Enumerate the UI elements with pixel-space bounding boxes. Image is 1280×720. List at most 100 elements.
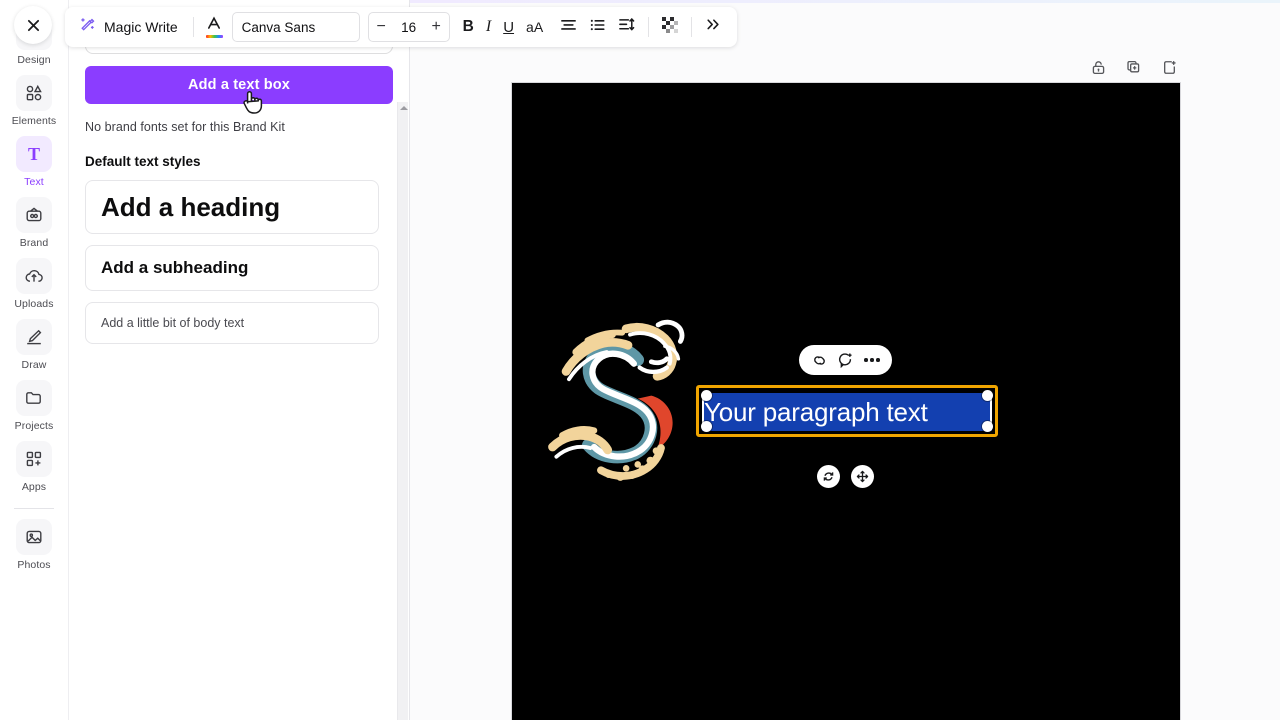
transparency-button[interactable] bbox=[656, 12, 684, 42]
bold-label: B bbox=[462, 18, 474, 35]
add-a-text-box-button[interactable]: Add a text box bbox=[85, 66, 393, 104]
design-canvas[interactable]: Your paragraph text bbox=[512, 83, 1180, 720]
close-panel-button[interactable] bbox=[14, 6, 52, 44]
bullet-list-button[interactable] bbox=[583, 12, 612, 42]
font-family-value: Canva Sans bbox=[241, 19, 316, 35]
checkerboard bbox=[662, 16, 679, 33]
magic-write-label: Magic Write bbox=[104, 19, 178, 35]
comment-button[interactable] bbox=[834, 349, 856, 371]
letter-case-button[interactable]: aA bbox=[520, 12, 549, 42]
toolbar-separator bbox=[691, 17, 693, 37]
font-size-stepper: − 16 + bbox=[367, 12, 450, 42]
text-style-label: Add a little bit of body text bbox=[101, 316, 245, 330]
font-size-decrease-button[interactable]: − bbox=[369, 13, 394, 41]
default-text-styles-title: Default text styles bbox=[85, 154, 201, 169]
resize-handle-top-left[interactable] bbox=[701, 390, 712, 401]
italic-button[interactable]: I bbox=[480, 12, 497, 42]
sidebar-label: Text bbox=[24, 176, 44, 188]
sidebar-item-brand[interactable]: Brand bbox=[2, 197, 66, 249]
transparency-icon bbox=[662, 16, 679, 38]
rotate-icon bbox=[823, 472, 834, 481]
resize-handle-bottom-right[interactable] bbox=[982, 421, 993, 432]
underline-button[interactable]: U bbox=[497, 12, 520, 42]
text-panel: Add a text box No brand fonts set for th… bbox=[68, 0, 410, 720]
sidebar-item-photos[interactable]: Photos bbox=[2, 519, 66, 571]
sidebar-label: Apps bbox=[21, 481, 47, 493]
canva-editor-window: Design Elements T Text Brand Uploads Dra… bbox=[0, 0, 1280, 720]
editor-top-accent bbox=[410, 0, 1280, 3]
sidebar-label: Draw bbox=[21, 359, 47, 371]
sidebar-label: Uploads bbox=[14, 298, 54, 310]
sidebar-label: Brand bbox=[19, 237, 49, 249]
toolbar-separator bbox=[648, 17, 650, 37]
text-style-subheading[interactable]: Add a subheading bbox=[85, 245, 379, 291]
lock-icon bbox=[1092, 60, 1104, 74]
lock-button[interactable] bbox=[1086, 55, 1110, 79]
move-handle[interactable] bbox=[851, 465, 874, 488]
draw-icon bbox=[16, 319, 52, 355]
font-size-increase-button[interactable]: + bbox=[424, 13, 449, 41]
sidebar-item-text[interactable]: T Text bbox=[2, 136, 66, 188]
projects-icon bbox=[16, 380, 52, 416]
chevron-double-right-icon bbox=[705, 17, 722, 37]
resize-handle-top-right[interactable] bbox=[982, 390, 993, 401]
line-spacing-button[interactable] bbox=[612, 12, 641, 42]
underline-label: U bbox=[503, 18, 515, 36]
panel-scrollbar[interactable] bbox=[397, 102, 408, 720]
magic-wand-icon bbox=[79, 16, 97, 39]
comment-add-icon bbox=[839, 353, 852, 368]
dragon-s-logo[interactable] bbox=[537, 303, 692, 498]
uploads-icon bbox=[16, 258, 52, 294]
text-style-body[interactable]: Add a little bit of body text bbox=[85, 302, 379, 344]
case-label: aA bbox=[526, 19, 544, 35]
font-color-button[interactable] bbox=[201, 12, 228, 42]
canvas-page-tools bbox=[1086, 55, 1181, 79]
text-icon: T bbox=[16, 136, 52, 172]
bold-button[interactable]: B bbox=[457, 12, 480, 42]
ellipsis-icon bbox=[864, 358, 880, 362]
line-spacing-icon bbox=[618, 17, 635, 37]
add-page-icon bbox=[1163, 60, 1176, 74]
magic-write-button[interactable]: Magic Write bbox=[74, 12, 186, 42]
text-format-toolbar: Magic Write Canva Sans − 16 + B I U aA bbox=[65, 7, 738, 47]
link-button[interactable] bbox=[808, 349, 830, 371]
link-icon bbox=[813, 355, 825, 365]
text-box-content[interactable]: Your paragraph text bbox=[704, 394, 993, 430]
font-size-value[interactable]: 16 bbox=[394, 20, 424, 35]
sidebar-label: Design bbox=[17, 54, 51, 66]
sidebar-item-apps[interactable]: Apps bbox=[2, 441, 66, 493]
font-color-icon bbox=[206, 16, 222, 34]
rotate-handle[interactable] bbox=[817, 465, 840, 488]
selected-text-box[interactable]: Your paragraph text bbox=[696, 385, 998, 437]
sidebar-label: Projects bbox=[14, 420, 54, 432]
text-style-label: Add a subheading bbox=[101, 258, 249, 277]
photos-icon bbox=[16, 519, 52, 555]
bullet-list-icon bbox=[589, 18, 606, 37]
move-icon bbox=[856, 470, 869, 483]
sidebar-label: Elements bbox=[11, 115, 57, 127]
close-icon bbox=[27, 19, 39, 31]
duplicate-button[interactable] bbox=[1122, 55, 1146, 79]
apps-icon bbox=[16, 441, 52, 477]
add-page-button[interactable] bbox=[1157, 55, 1181, 79]
elements-icon bbox=[16, 75, 52, 111]
more-options-button[interactable] bbox=[861, 349, 883, 371]
sidebar-item-uploads[interactable]: Uploads bbox=[2, 258, 66, 310]
more-options-button[interactable] bbox=[699, 12, 728, 42]
sidebar-item-draw[interactable]: Draw bbox=[2, 319, 66, 371]
color-swatch-bar bbox=[205, 34, 223, 39]
brand-icon bbox=[16, 197, 52, 233]
sidebar-item-projects[interactable]: Projects bbox=[2, 380, 66, 432]
text-style-heading[interactable]: Add a heading bbox=[85, 180, 379, 234]
text-align-button[interactable] bbox=[554, 12, 583, 42]
text-align-icon bbox=[560, 18, 577, 37]
element-context-toolbar bbox=[799, 345, 892, 375]
resize-handle-bottom-left[interactable] bbox=[701, 421, 712, 432]
font-family-dropdown[interactable]: Canva Sans bbox=[231, 12, 360, 42]
text-style-label: Add a heading bbox=[101, 191, 281, 222]
scroll-up-arrow-icon[interactable] bbox=[400, 106, 408, 110]
rail-divider bbox=[14, 508, 54, 509]
left-nav-rail: Design Elements T Text Brand Uploads Dra… bbox=[0, 0, 68, 720]
brand-fonts-note: No brand fonts set for this Brand Kit bbox=[85, 120, 285, 134]
sidebar-item-elements[interactable]: Elements bbox=[2, 75, 66, 127]
